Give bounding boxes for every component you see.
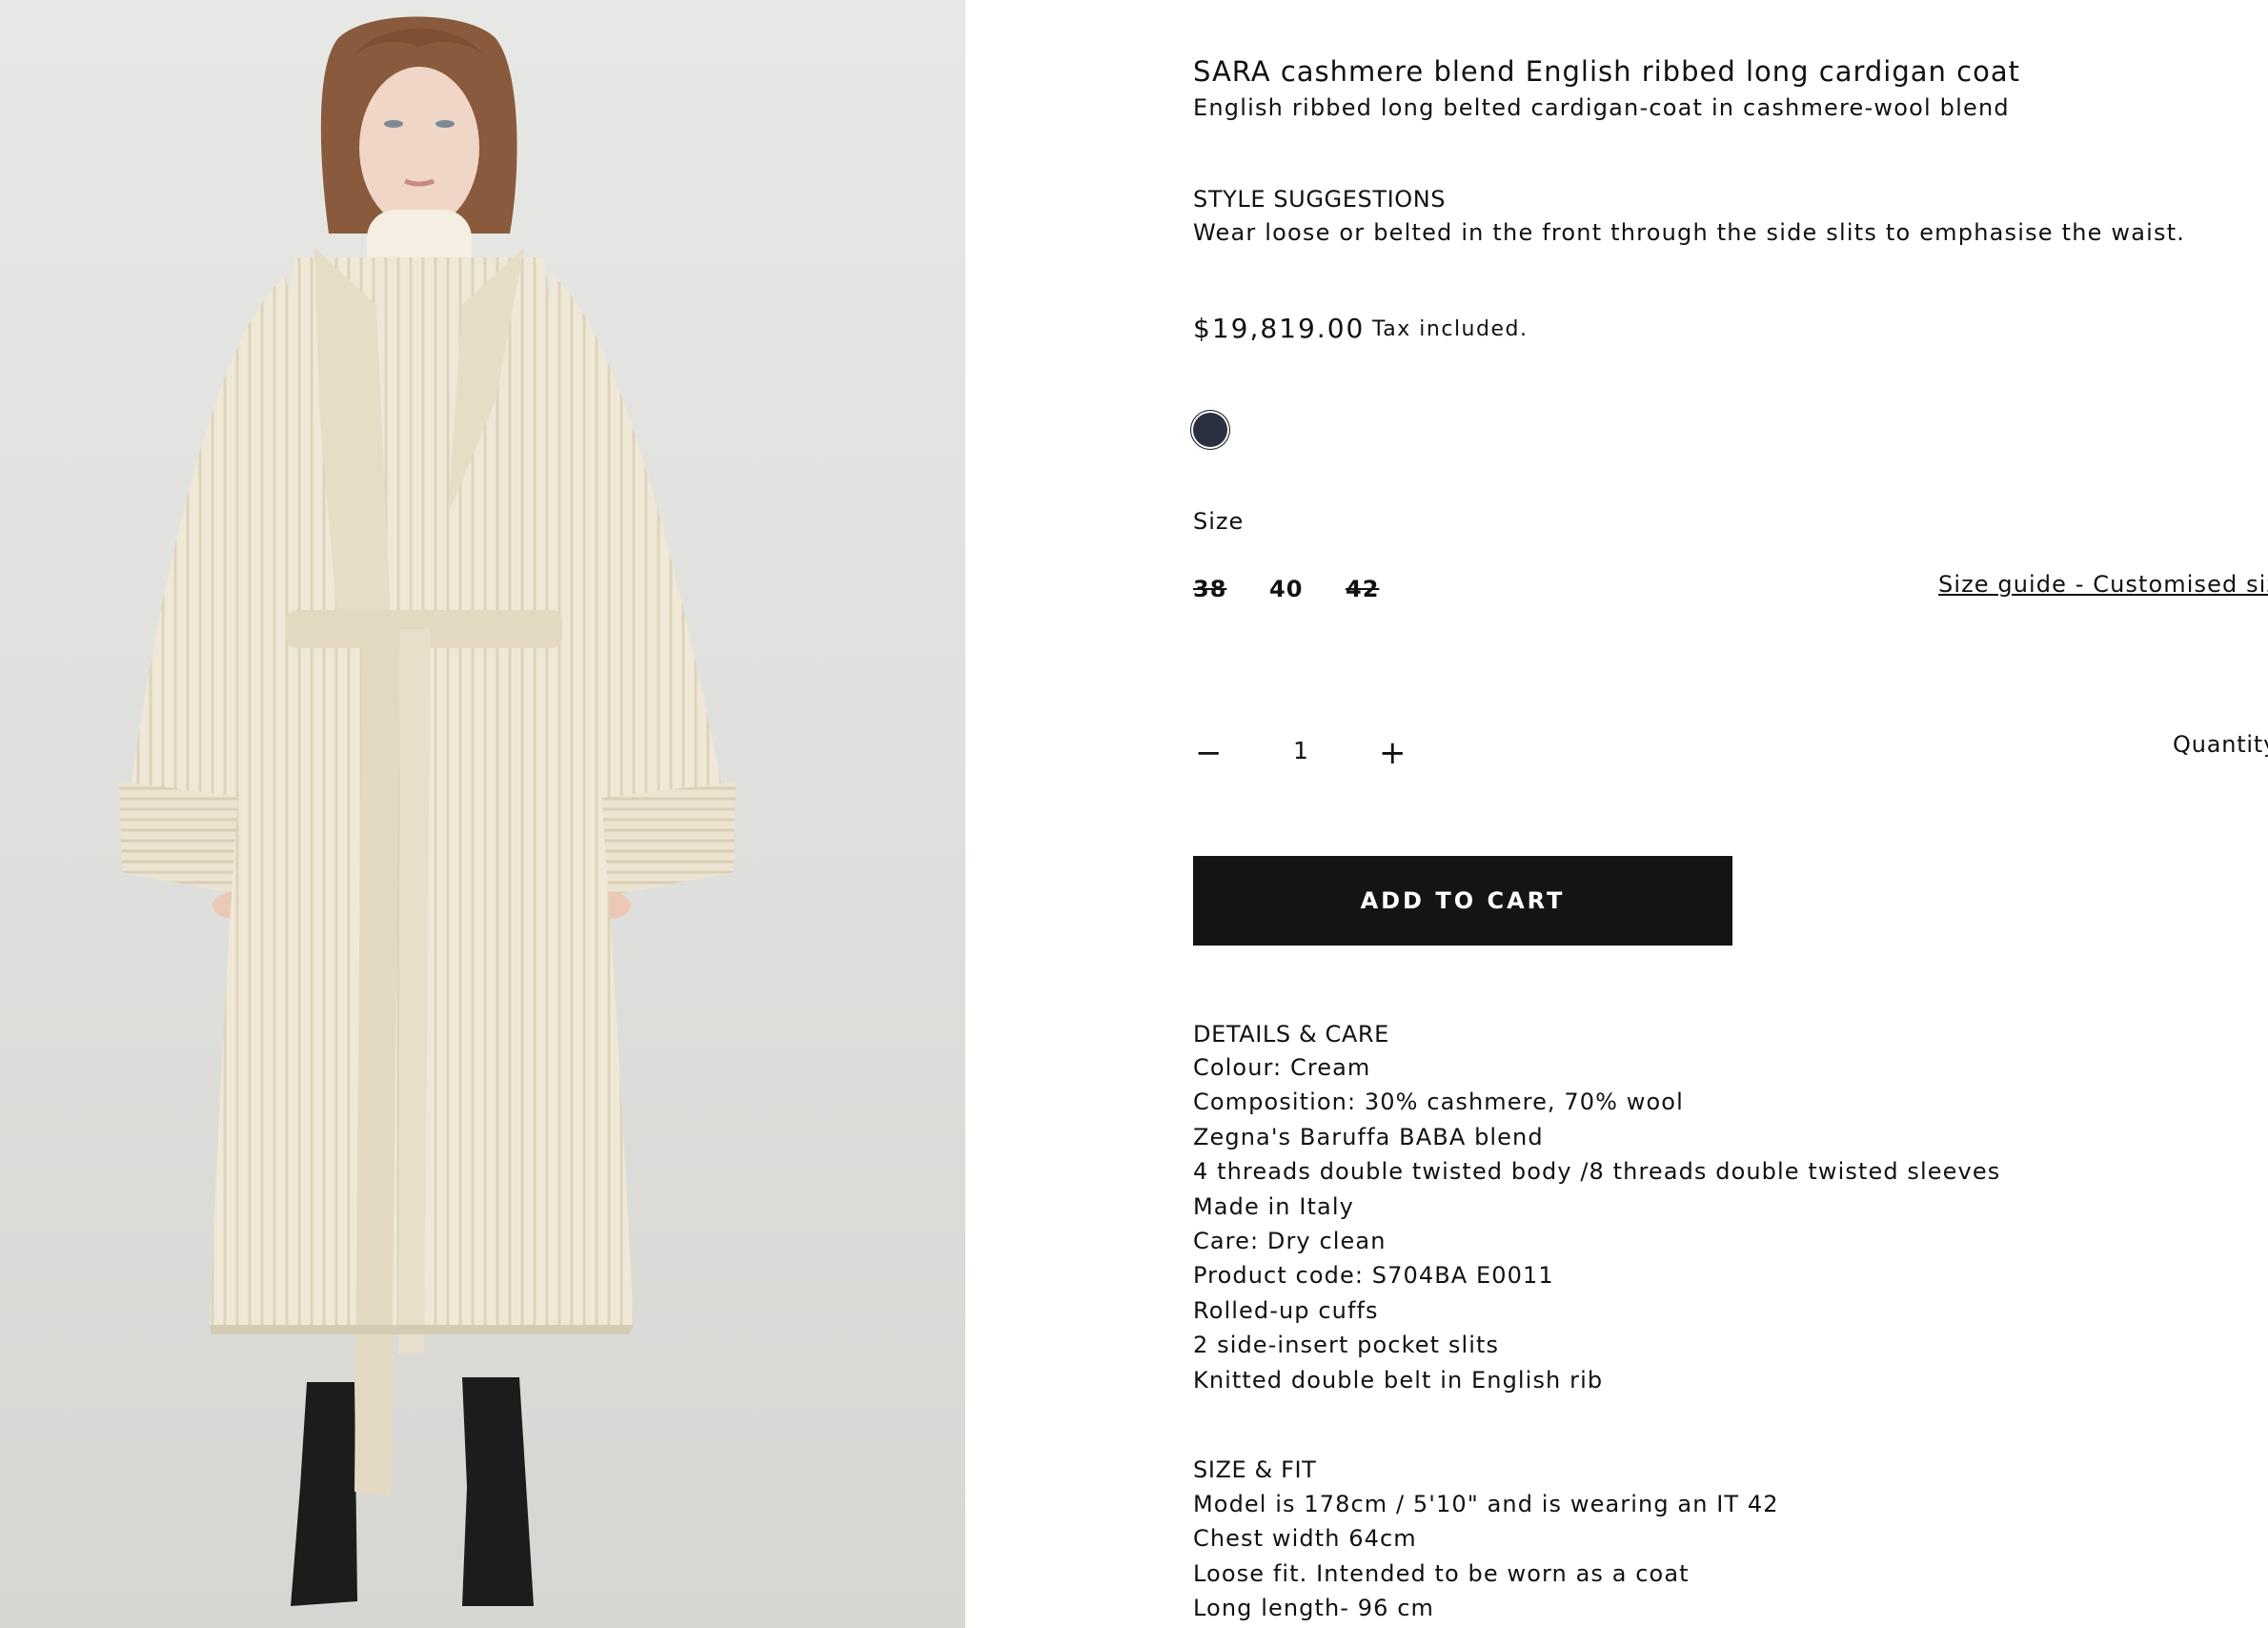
model-illustration (119, 16, 736, 1606)
fit-item: Loose fit. Intended to be worn as a coat (1193, 1559, 1690, 1587)
fit-item: Chest width 64cm (1193, 1525, 1417, 1553)
tax-note: Tax included. (1372, 317, 1529, 341)
size-guide-link[interactable]: Size guide - Customised size* (1938, 571, 2268, 598)
quantity-increase-button[interactable]: + (1379, 734, 1407, 772)
color-swatch[interactable] (1193, 413, 1227, 447)
size-option-42[interactable]: 42 (1346, 576, 1379, 602)
product-subtitle: English ribbed long belted cardigan-coat… (1193, 94, 2010, 121)
size-fit-heading: SIZE & FIT (1193, 1456, 1317, 1483)
details-item: Knitted double belt in English rib (1193, 1366, 1604, 1394)
product-title: SARA cashmere blend English ribbed long … (1193, 55, 2020, 88)
size-option-40[interactable]: 40 (1269, 576, 1303, 602)
add-to-cart-button[interactable]: ADD TO CART (1193, 856, 1732, 946)
size-fit-list: Model is 178cm / 5'10" and is wearing an… (1193, 1487, 1779, 1626)
product-price: $19,819.00 (1193, 313, 1366, 344)
style-suggestions-heading: STYLE SUGGESTIONS (1193, 186, 1447, 213)
fit-item: Long length- 96 cm (1193, 1595, 1435, 1622)
details-care-heading: DETAILS & CARE (1193, 1021, 1389, 1048)
details-item: Care: Dry clean (1193, 1228, 1387, 1255)
details-item: Product code: S704BA E0011 (1193, 1262, 1554, 1290)
product-image[interactable] (0, 0, 965, 1628)
details-item: Composition: 30% cashmere, 70% wool (1193, 1089, 1684, 1116)
quantity-value[interactable]: 1 (1293, 737, 1308, 764)
details-care-list: Colour: Cream Composition: 30% cashmere,… (1193, 1050, 2000, 1397)
details-item: 2 side-insert pocket slits (1193, 1332, 1500, 1359)
quantity-decrease-button[interactable]: − (1195, 734, 1223, 772)
fit-item: Model is 178cm / 5'10" and is wearing an… (1193, 1491, 1779, 1517)
details-item: 4 threads double twisted body /8 threads… (1193, 1158, 2001, 1186)
details-item: Rolled-up cuffs (1193, 1296, 1379, 1324)
details-item: Made in Italy (1193, 1192, 1354, 1220)
details-item: Zegna's Baruffa BABA blend (1193, 1123, 1544, 1150)
style-suggestions-text: Wear loose or belted in the front throug… (1193, 219, 2186, 246)
quantity-label: Quantity (2173, 731, 2268, 758)
product-info-panel: SARA cashmere blend English ribbed long … (1193, 0, 2268, 1628)
size-option-38[interactable]: 38 (1193, 576, 1226, 602)
size-label: Size (1193, 508, 1245, 535)
details-item: Colour: Cream (1193, 1054, 1371, 1081)
